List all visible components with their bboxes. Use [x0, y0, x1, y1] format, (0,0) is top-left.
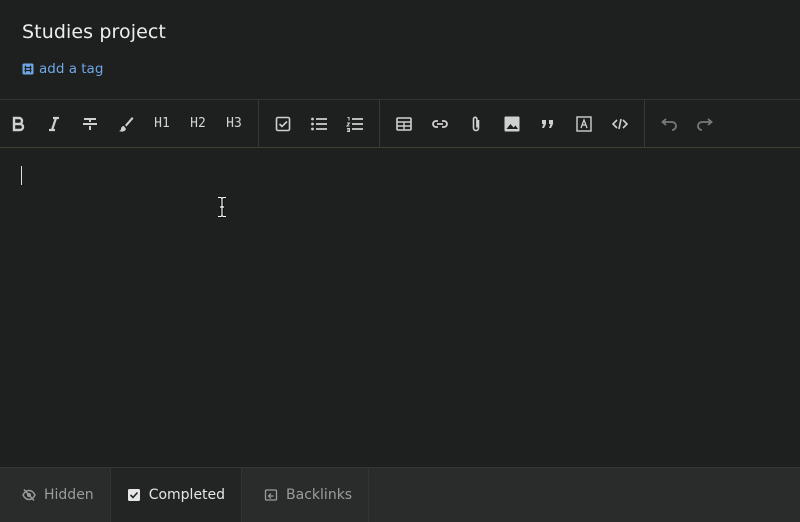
- heading-1-label: H1: [154, 116, 170, 131]
- tab-hidden-label: Hidden: [44, 487, 94, 503]
- image-icon: [504, 116, 520, 131]
- tab-completed-label: Completed: [148, 487, 226, 503]
- checkbox-checked-icon: [127, 489, 140, 501]
- code-button[interactable]: [602, 106, 638, 142]
- note-title[interactable]: Studies project: [22, 21, 166, 43]
- tab-hidden[interactable]: Hidden: [0, 468, 111, 522]
- text-box-button[interactable]: [566, 106, 602, 142]
- italic-icon: [49, 116, 59, 131]
- link-button[interactable]: [422, 106, 458, 142]
- tab-backlinks[interactable]: Backlinks: [242, 468, 370, 522]
- tag-icon: [22, 63, 34, 75]
- text-box-icon: [576, 115, 592, 132]
- italic-button[interactable]: [36, 106, 72, 142]
- add-tag-label: add a tag: [39, 61, 104, 77]
- eye-off-icon: [22, 489, 36, 501]
- strikethrough-icon: [83, 117, 97, 130]
- heading-3-label: H3: [226, 116, 242, 131]
- brush-icon: [119, 116, 134, 132]
- bold-button[interactable]: [0, 106, 36, 142]
- image-button[interactable]: [494, 106, 530, 142]
- numbered-list-icon: [345, 116, 363, 132]
- toolbar-divider: [644, 99, 645, 148]
- highlight-button[interactable]: [108, 106, 144, 142]
- attachment-button[interactable]: [458, 106, 494, 142]
- ibeam-cursor-icon: [218, 196, 226, 218]
- history-group: [651, 100, 723, 147]
- text-caret: [21, 166, 22, 185]
- backlinks-icon: [264, 489, 278, 501]
- bullet-list-button[interactable]: [301, 106, 337, 142]
- checkbox-icon: [275, 116, 291, 131]
- undo-button[interactable]: [651, 106, 687, 142]
- heading-3-button[interactable]: H3: [216, 106, 252, 142]
- table-button[interactable]: [386, 106, 422, 142]
- bold-icon: [12, 116, 25, 131]
- table-icon: [396, 116, 412, 131]
- add-tag-button[interactable]: add a tag: [22, 61, 103, 77]
- list-group: [265, 100, 373, 147]
- tab-backlinks-label: Backlinks: [286, 487, 353, 503]
- numbered-list-button[interactable]: [337, 106, 373, 142]
- quote-button[interactable]: [530, 106, 566, 142]
- redo-button[interactable]: [687, 106, 723, 142]
- note-editor-window: Studies project add a tag H1 H2 H3 Hidde…: [0, 0, 800, 522]
- note-body-editor[interactable]: [0, 149, 800, 466]
- formatting-toolbar: H1 H2 H3: [0, 99, 800, 148]
- tab-completed[interactable]: Completed: [110, 468, 243, 522]
- code-icon: [611, 118, 629, 129]
- text-style-group: H1 H2 H3: [0, 100, 252, 147]
- quote-icon: [542, 119, 553, 128]
- heading-1-button[interactable]: H1: [144, 106, 180, 142]
- undo-icon: [661, 117, 677, 131]
- paperclip-icon: [472, 116, 480, 131]
- insert-group: [386, 100, 638, 147]
- checklist-button[interactable]: [265, 106, 301, 142]
- heading-2-label: H2: [190, 116, 206, 131]
- toolbar-divider: [379, 99, 380, 148]
- heading-2-button[interactable]: H2: [180, 106, 216, 142]
- note-footer-tabs: Hidden Completed Backlinks: [0, 467, 800, 522]
- bullet-list-icon: [311, 117, 327, 130]
- strikethrough-button[interactable]: [72, 106, 108, 142]
- toolbar-divider: [258, 99, 259, 148]
- link-icon: [432, 119, 448, 128]
- redo-icon: [697, 117, 713, 131]
